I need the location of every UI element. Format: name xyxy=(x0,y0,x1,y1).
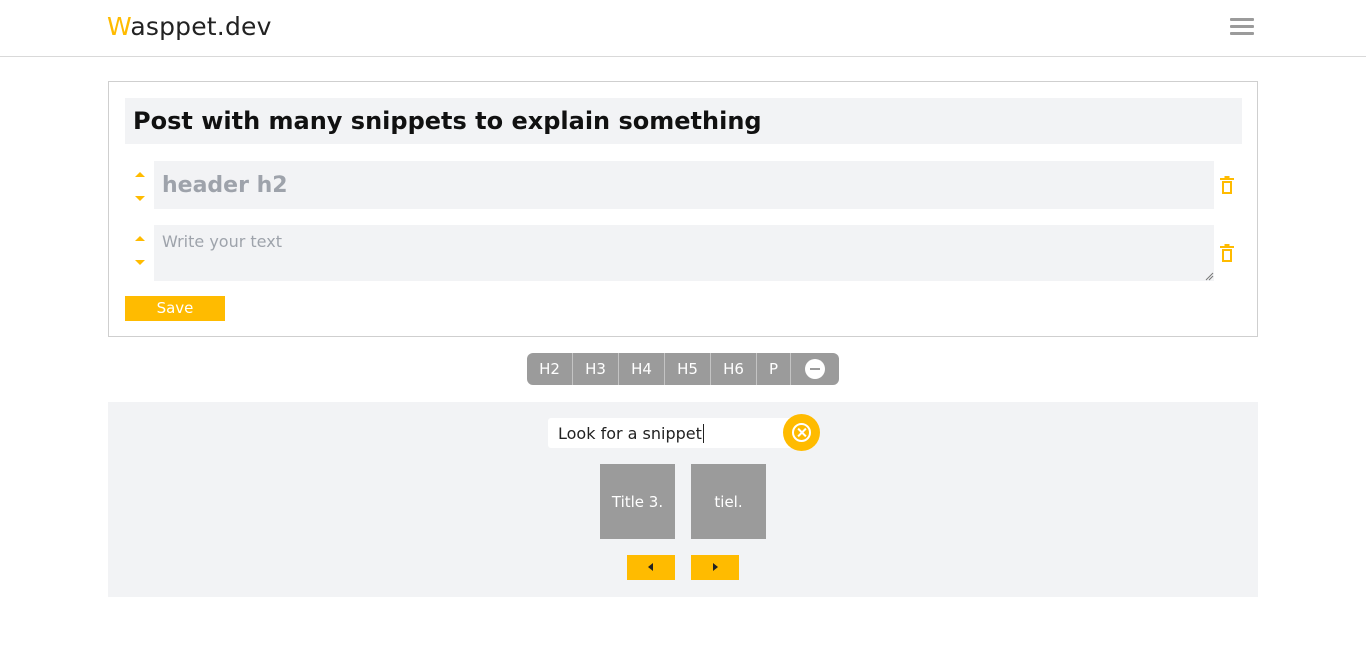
trash-icon[interactable] xyxy=(1220,244,1234,262)
snippet-result-card[interactable]: tiel. xyxy=(691,464,766,539)
header-h2-input[interactable]: header h2 xyxy=(154,161,1214,209)
top-navbar: Wasppet.dev xyxy=(0,0,1366,57)
add-h5-button[interactable]: H5 xyxy=(665,353,711,385)
snippet-search-input[interactable]: Look for a snippet xyxy=(548,418,793,448)
clear-search-button[interactable] xyxy=(783,414,820,451)
remove-block-button[interactable] xyxy=(791,353,839,385)
post-editor: Post with many snippets to explain somet… xyxy=(108,81,1258,337)
logo-accent-letter: W xyxy=(107,12,131,41)
triangle-right-icon xyxy=(713,563,718,571)
paragraph-textarea[interactable]: Write your text xyxy=(154,225,1214,281)
search-query-text: Look for a snippet xyxy=(558,423,702,443)
logo-text: asppet.dev xyxy=(130,12,272,41)
menu-bar-middle xyxy=(1230,25,1254,28)
block-2-reorder-controls xyxy=(134,228,146,268)
snippet-search-panel: Look for a snippet Title 3. tiel. xyxy=(108,402,1258,597)
triangle-left-icon xyxy=(648,563,653,571)
resize-grip-icon[interactable] xyxy=(1204,271,1214,281)
caret-up-icon[interactable] xyxy=(135,236,145,241)
snippet-result-card[interactable]: Title 3. xyxy=(600,464,675,539)
trash-icon[interactable] xyxy=(1220,176,1234,194)
add-h2-button[interactable]: H2 xyxy=(527,353,573,385)
menu-bar-bottom xyxy=(1230,32,1254,35)
close-circle-icon xyxy=(792,423,811,442)
add-h4-button[interactable]: H4 xyxy=(619,353,665,385)
add-paragraph-button[interactable]: P xyxy=(757,353,791,385)
menu-bar-top xyxy=(1230,18,1254,21)
site-logo[interactable]: Wasppet.dev xyxy=(107,12,272,41)
block-type-toolbar: H2 H3 H4 H5 H6 P xyxy=(527,353,839,385)
save-button[interactable]: Save xyxy=(125,296,225,321)
text-cursor xyxy=(702,423,704,443)
minus-circle-icon xyxy=(805,359,825,379)
add-h6-button[interactable]: H6 xyxy=(711,353,757,385)
caret-down-icon[interactable] xyxy=(135,196,145,201)
add-h3-button[interactable]: H3 xyxy=(573,353,619,385)
next-page-button[interactable] xyxy=(691,555,739,580)
hamburger-menu-icon[interactable] xyxy=(1229,17,1256,38)
caret-up-icon[interactable] xyxy=(135,172,145,177)
caret-down-icon[interactable] xyxy=(135,260,145,265)
previous-page-button[interactable] xyxy=(627,555,675,580)
block-1-reorder-controls xyxy=(134,164,146,204)
post-title-input[interactable]: Post with many snippets to explain somet… xyxy=(125,98,1242,144)
